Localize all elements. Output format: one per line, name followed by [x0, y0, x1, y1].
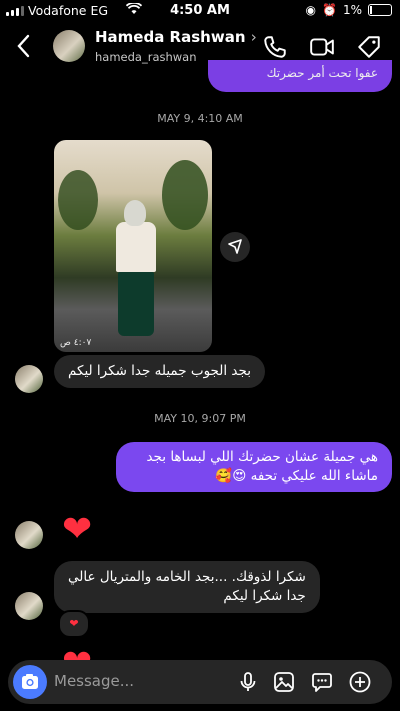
back-chevron-icon[interactable]	[16, 34, 30, 58]
add-icon[interactable]	[348, 670, 372, 694]
microphone-icon[interactable]	[236, 670, 260, 694]
received-message-bubble[interactable]: بجد الجوب جميله جدا شكرا ليكم	[54, 355, 265, 388]
status-right: ◉ ⏰ 1%	[306, 3, 392, 17]
avatar[interactable]	[15, 521, 43, 549]
message-text: عفوا تحت أمر حضرتك	[266, 66, 378, 80]
video-camera-icon[interactable]	[309, 34, 335, 60]
sent-message-bubble[interactable]: عفوا تحت أمر حضرتك	[208, 60, 392, 92]
heart-reaction[interactable]: ❤	[58, 610, 90, 638]
phone-icon[interactable]	[262, 34, 288, 60]
avatar[interactable]	[15, 365, 43, 393]
photo-person	[116, 200, 156, 350]
sent-message-bubble[interactable]: هي جميلة عشان حضرتك اللي لبساها بجد ماشا…	[116, 442, 392, 492]
message-text: هي جميلة عشان حضرتك اللي لبساها بجد	[146, 449, 378, 465]
chevron-right-icon: ›	[250, 28, 257, 46]
photo-tree	[162, 160, 208, 230]
camera-icon	[22, 674, 38, 689]
heart-message[interactable]: ❤	[62, 512, 92, 548]
shared-photo[interactable]: ٤:٠٧ ص	[54, 140, 212, 352]
gallery-icon[interactable]	[272, 670, 296, 694]
camera-button[interactable]	[13, 665, 47, 699]
message-text: جدا شكرا ليكم	[223, 588, 306, 604]
orientation-lock-icon: ◉	[305, 3, 316, 17]
avatar[interactable]	[15, 592, 43, 620]
message-input[interactable]: Message...	[54, 672, 134, 690]
battery-icon	[368, 4, 392, 16]
message-text: بجد الجوب جميله جدا شكرا ليكم	[68, 363, 251, 379]
received-message-bubble[interactable]: شكرا لذوقك. ...بجد الخامه والمتريال عالي…	[54, 561, 320, 613]
photo-timestamp: ٤:٠٧ ص	[60, 338, 92, 348]
message-text: شكرا لذوقك. ...بجد الخامه والمتريال عالي	[68, 569, 306, 585]
avatar[interactable]	[53, 30, 85, 62]
share-button[interactable]	[220, 232, 250, 262]
message-text: ماشاء الله عليكي تحفه 😍🥰	[215, 468, 378, 484]
timestamp: MAY 9, 4:10 AM	[157, 112, 243, 125]
alarm-icon: ⏰	[322, 3, 337, 17]
timestamp: MAY 10, 9:07 PM	[154, 412, 246, 425]
message-composer: Message...	[8, 660, 392, 704]
contact-name[interactable]: Hameda Rashwan ›	[95, 28, 257, 46]
status-bar: Vodafone EG 4:50 AM ◉ ⏰ 1%	[0, 0, 400, 22]
tag-icon[interactable]	[356, 34, 382, 60]
contact-username: hameda_rashwan	[95, 50, 197, 64]
sticker-icon[interactable]	[310, 670, 334, 694]
battery-label: 1%	[342, 3, 362, 17]
photo-tree	[58, 170, 98, 230]
share-icon	[228, 239, 242, 254]
